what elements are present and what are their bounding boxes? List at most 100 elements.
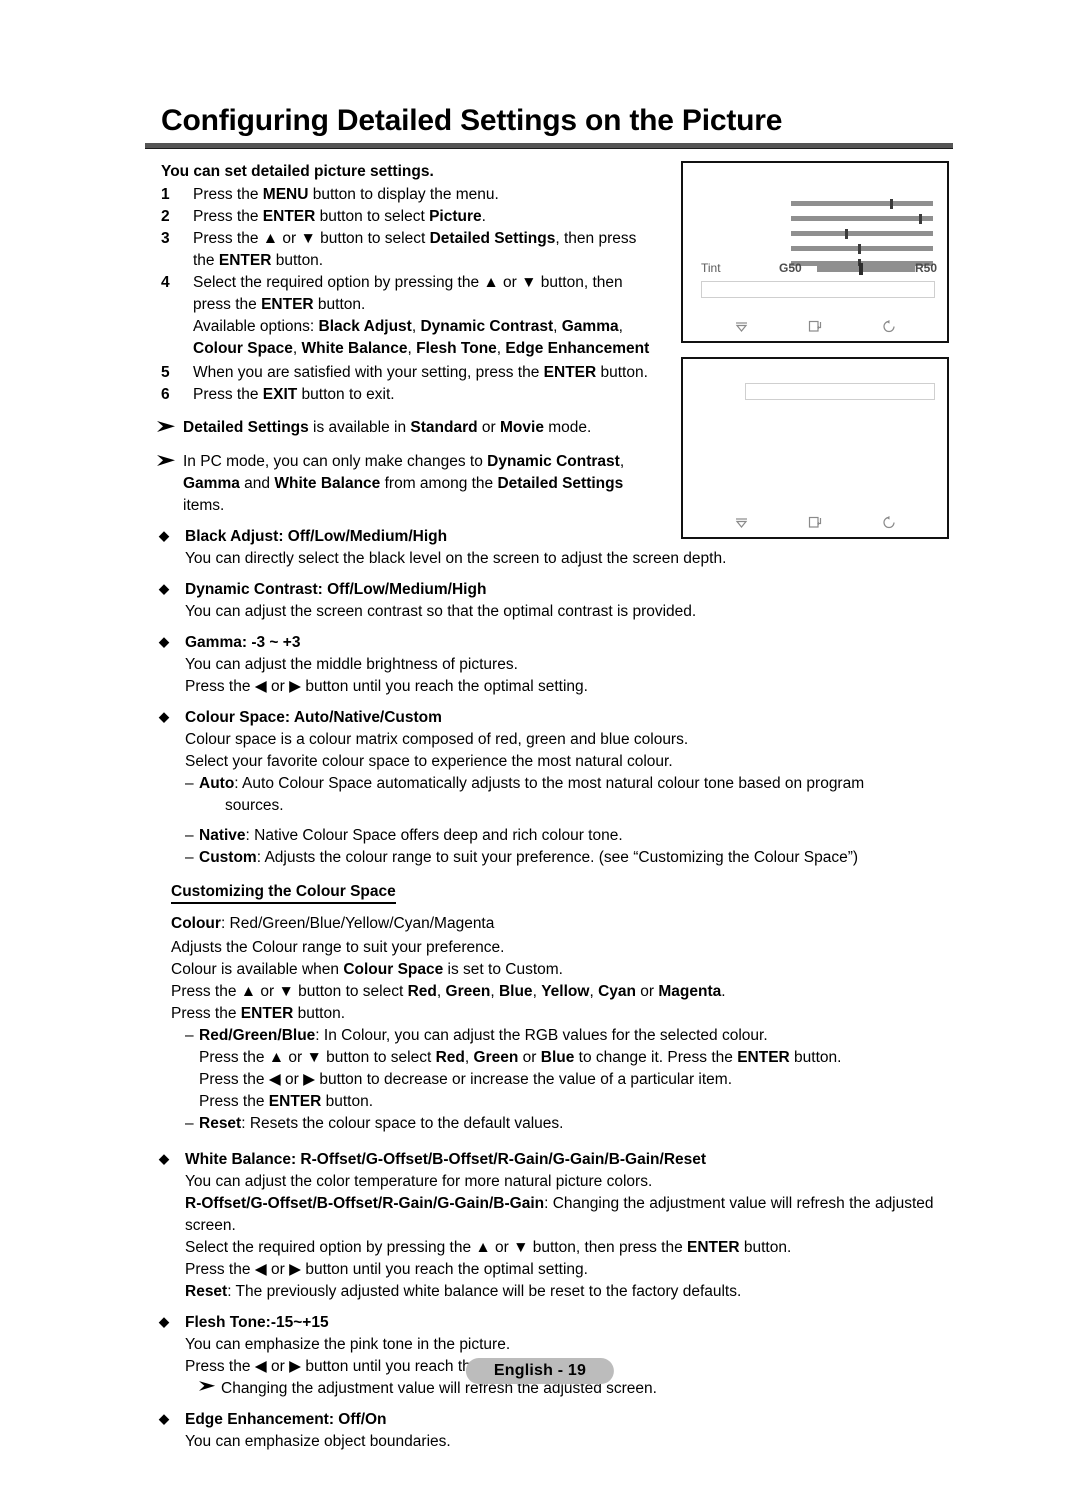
step-number: 4 (161, 274, 170, 291)
note-text: Detailed Settings is available in Standa… (183, 419, 592, 436)
sub-item-custom: – Custom: Adjusts the colour range to su… (185, 847, 953, 869)
bullet-line: You can adjust the middle brightness of … (185, 656, 518, 673)
sub-item-line: Press the ▲ or ▼ button to select Red, G… (199, 1049, 842, 1066)
bullet-white-balance: ◆ White Balance: R-Offset/G-Offset/B-Off… (159, 1149, 953, 1303)
note-arrow-icon (199, 1378, 221, 1400)
bullet-line: Press the ◀ or ▶ button until you reach … (185, 1261, 588, 1278)
diamond-bullet-icon: ◆ (159, 1411, 169, 1426)
bullet-line: Select the required option by pressing t… (185, 1239, 792, 1256)
sub-item-line: Press the ◀ or ▶ button to decrease or i… (199, 1071, 733, 1088)
detail-sections: ◆ Black Adjust: Off/Low/Medium/High You … (145, 526, 953, 1453)
page-content: Configuring Detailed Settings on the Pic… (145, 104, 953, 1453)
dash-icon: – (185, 849, 194, 866)
screen-footer-icons (683, 514, 947, 530)
available-options: Available options: Black Adjust, Dynamic… (193, 318, 650, 357)
slider-thumb[interactable] (844, 229, 848, 239)
step-text: Select the required option by pressing t… (193, 274, 623, 313)
menu-input-bar (701, 281, 935, 298)
bullet-line: Press the ◀ or ▶ button until you reach … (185, 678, 588, 695)
bullet-line: You can directly select the black level … (185, 550, 727, 567)
page-footer-badge: English - 19 (465, 1358, 615, 1384)
note-item: Detailed Settings is available in Standa… (157, 417, 655, 440)
step-item: 5 When you are satisfied with your setti… (161, 362, 655, 384)
move-icon (732, 514, 750, 530)
slider-thumb[interactable] (890, 199, 894, 209)
sub-item-text: Auto: Auto Colour Space automatically ad… (199, 775, 865, 792)
tint-thumb[interactable] (859, 263, 863, 275)
slider-row (791, 244, 933, 254)
page-title: Configuring Detailed Settings on the Pic… (161, 104, 783, 137)
diamond-bullet-icon: ◆ (159, 1151, 169, 1166)
step-number: 5 (161, 364, 170, 381)
diamond-bullet-icon: ◆ (159, 1314, 169, 1329)
sub-item-text: Reset: Resets the colour space to the de… (199, 1115, 564, 1132)
section-line: Colour is available when Colour Space is… (171, 961, 563, 978)
note-arrow-icon (157, 451, 183, 517)
step-text: Press the MENU button to display the men… (193, 186, 499, 203)
title-divider (145, 143, 953, 149)
tv-screen-detailed-settings: Tint G50 R50 (681, 161, 949, 343)
sub-item-auto: – Auto: Auto Colour Space automatically … (185, 773, 953, 795)
step-item: 3 Press the ▲ or ▼ button to select Deta… (161, 228, 655, 272)
section-line: Press the ▲ or ▼ button to select Red, G… (171, 983, 726, 1000)
bullet-heading: Dynamic Contrast: Off/Low/Medium/High (185, 581, 487, 598)
slider-track (791, 216, 933, 221)
step-number: 3 (161, 230, 170, 247)
step-text: Press the EXIT button to exit. (193, 386, 395, 403)
step-text: When you are satisfied with your setting… (193, 364, 648, 381)
dash-icon: – (185, 775, 194, 792)
tint-left-label: G50 (779, 261, 802, 275)
bullet-flesh-tone: ◆ Flesh Tone:-15~+15 You can emphasize t… (159, 1312, 953, 1400)
sub-item-text: Red/Green/Blue: In Colour, you can adjus… (199, 1027, 768, 1044)
step-number: 1 (161, 186, 170, 203)
diamond-bullet-icon: ◆ (159, 528, 169, 543)
section-line: Press the ENTER button. (171, 1005, 346, 1022)
document-page: Configuring Detailed Settings on the Pic… (0, 0, 1080, 1486)
bullet-edge-enhancement: ◆ Edge Enhancement: Off/On You can empha… (159, 1409, 953, 1453)
bullet-line: Select your favorite colour space to exp… (185, 753, 673, 770)
bullet-heading: Flesh Tone:-15~+15 (185, 1314, 329, 1331)
tint-right-label: R50 (914, 261, 937, 275)
step-item: 2 Press the ENTER button to select Pictu… (161, 206, 655, 228)
sub-item-reset: – Reset: Resets the colour space to the … (185, 1113, 953, 1135)
bullet-heading: Edge Enhancement: Off/On (185, 1411, 387, 1428)
bullet-line: You can emphasize object boundaries. (185, 1433, 451, 1450)
dash-icon: – (185, 1115, 194, 1132)
diamond-bullet-icon: ◆ (159, 709, 169, 724)
step-number: 2 (161, 208, 170, 225)
illustrations-column: Tint G50 R50 (681, 161, 953, 539)
step-number: 6 (161, 386, 170, 403)
bullet-heading: Colour Space: Auto/Native/Custom (185, 709, 442, 726)
note-text: In PC mode, you can only make changes to… (183, 453, 625, 514)
step-text: Press the ▲ or ▼ button to select Detail… (193, 230, 637, 269)
note-arrow-icon (157, 417, 183, 440)
slider-thumb[interactable] (857, 244, 861, 254)
menu-input-bar (745, 383, 935, 400)
bullet-heading: Gamma: -3 ~ +3 (185, 634, 301, 651)
top-area: You can set detailed picture settings. 1… (145, 161, 953, 539)
move-icon (732, 318, 750, 334)
bullet-gamma: ◆ Gamma: -3 ~ +3 You can adjust the midd… (159, 632, 953, 698)
dash-icon: – (185, 1027, 194, 1044)
enter-icon (806, 514, 824, 530)
bullet-line: Colour space is a colour matrix composed… (185, 731, 689, 748)
tint-track (817, 266, 915, 272)
customizing-colour-space-section: Customizing the Colour Space Colour: Red… (145, 869, 953, 1135)
step-item: 6 Press the EXIT button to exit. (161, 384, 655, 406)
bullet-line: You can emphasize the pink tone in the p… (185, 1336, 511, 1353)
screen-footer-icons (683, 318, 947, 334)
enter-icon (806, 318, 824, 334)
slider-row (791, 199, 933, 209)
section-line: Adjusts the Colour range to suit your pr… (171, 939, 505, 956)
bullet-dynamic-contrast: ◆ Dynamic Contrast: Off/Low/Medium/High … (159, 579, 953, 623)
section-line: Colour: Red/Green/Blue/Yellow/Cyan/Magen… (171, 915, 495, 932)
slider-thumb[interactable] (918, 214, 922, 224)
slider-row (791, 229, 933, 239)
bullet-colour-space: ◆ Colour Space: Auto/Native/Custom Colou… (159, 707, 953, 869)
sub-item-line: Press the ENTER button. (199, 1093, 374, 1110)
slider-track (791, 246, 933, 251)
slider-track (791, 231, 933, 236)
step-text: Press the ENTER button to select Picture… (193, 208, 486, 225)
sub-item-text: Native: Native Colour Space offers deep … (199, 827, 623, 844)
sub-item-continuation: sources. (225, 797, 284, 814)
